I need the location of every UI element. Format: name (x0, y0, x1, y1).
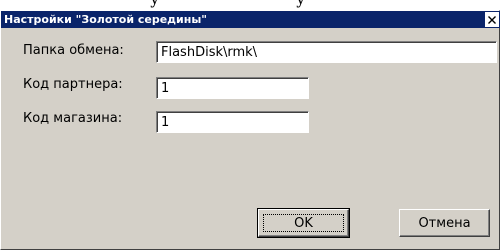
cancel-button-label: Отмена (418, 215, 471, 231)
caption-glyph: у (150, 0, 159, 7)
dialog-title: Настройки "Золотой середины" (4, 13, 208, 26)
title-bar: Настройки "Золотой середины" (1, 11, 500, 28)
close-icon (488, 15, 496, 24)
caption-glyph: у (296, 0, 305, 7)
exchange-folder-label: Папка обмена: (23, 43, 124, 58)
close-button[interactable] (485, 12, 499, 27)
settings-dialog: Настройки "Золотой середины" Папка обмен… (0, 10, 500, 250)
store-code-input[interactable]: 1 (156, 111, 309, 133)
caption-strip: у у (0, 0, 500, 10)
cancel-button[interactable]: Отмена (399, 209, 490, 237)
store-code-label: Код магазина: (23, 111, 123, 126)
partner-code-input[interactable]: 1 (156, 77, 309, 99)
exchange-folder-input[interactable]: FlashDisk\rmk\ (156, 41, 497, 63)
partner-code-label: Код партнера: (23, 77, 123, 92)
ok-button[interactable]: OK (257, 208, 350, 238)
ok-button-label: OK (294, 215, 313, 231)
